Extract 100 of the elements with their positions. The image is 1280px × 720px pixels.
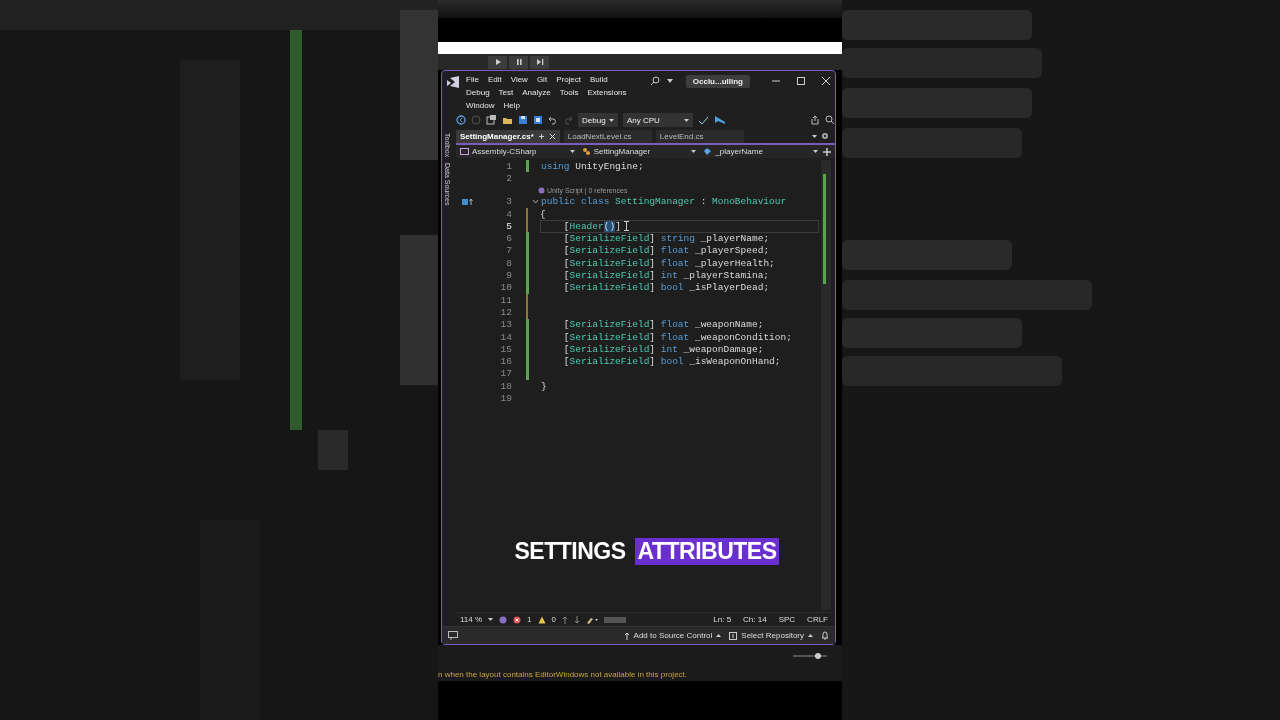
warning-count[interactable]: 0 (551, 615, 556, 624)
navigation-dropdown[interactable]: _playerName (701, 145, 820, 158)
line-number: 16 (499, 356, 513, 368)
line-number: 18 (499, 380, 513, 392)
navigation-dropdown[interactable]: Assembly-CSharp (458, 145, 577, 158)
class-icon (581, 147, 591, 156)
caption-word: ATTRIBUTES (634, 538, 780, 565)
code-line: [SerializeField] string _playerName; (562, 233, 770, 245)
document-tab[interactable]: LevelEnd.cs (655, 129, 744, 143)
spacing-indicator[interactable]: SPC (775, 615, 799, 624)
line-number: 2 (505, 172, 513, 184)
menu-item[interactable]: Window (466, 101, 495, 110)
caret-icon[interactable] (666, 79, 673, 83)
line-number: 7 (505, 245, 513, 257)
project-icon (460, 147, 469, 156)
menu-item[interactable]: Help (503, 101, 520, 110)
caret-icon[interactable] (812, 134, 817, 138)
save-icon[interactable] (518, 115, 528, 125)
menu-item[interactable]: Analyze (522, 88, 551, 97)
collapse-icon[interactable] (531, 199, 539, 205)
configuration-dropdown[interactable]: Debug (578, 113, 618, 127)
close-icon[interactable] (821, 76, 831, 86)
menu-item[interactable]: Debug (466, 88, 490, 97)
menu-item[interactable]: View (510, 75, 528, 84)
scrollbar[interactable] (821, 160, 831, 610)
code-line: { (540, 208, 546, 220)
navigation-dropdown[interactable]: SettingManager (579, 145, 699, 158)
platform-dropdown[interactable]: Any CPU (623, 113, 693, 127)
menu-item[interactable]: Extensions (587, 88, 627, 97)
source-control-button[interactable]: Add to Source Control (623, 631, 722, 640)
document-tab[interactable]: LoadNextLevel.cs (563, 129, 652, 143)
new-item-icon[interactable] (486, 115, 497, 125)
code-line: [SerializeField] float _playerSpeed; (562, 245, 770, 257)
menu-item[interactable]: Tools (559, 88, 579, 97)
spell-check-icon[interactable] (698, 115, 709, 125)
code-line: [SerializeField] float _weaponCondition; (562, 331, 792, 343)
code-line: [SerializeField] bool _isWeaponOnHand; (562, 356, 781, 368)
menu-item[interactable]: Test (498, 88, 514, 97)
field-icon (703, 147, 713, 156)
settings-icon[interactable] (821, 132, 829, 140)
code-line: [SerializeField] float _weaponName; (562, 319, 764, 331)
close-icon[interactable] (548, 132, 556, 140)
column-indicator[interactable]: Ch: 14 (740, 615, 770, 624)
logo-icon (446, 76, 460, 88)
window-title: Occlu...ulling (685, 74, 750, 88)
down-arrow-icon[interactable] (574, 615, 580, 624)
up-arrow-icon[interactable] (562, 615, 568, 624)
menu-item[interactable]: Edit (487, 75, 502, 84)
code-line: [SerializeField] int _weaponDamage; (562, 343, 764, 355)
up-arrow-icon (623, 631, 630, 640)
bell-icon[interactable] (821, 631, 829, 640)
line-number: 1 (505, 160, 513, 172)
error-icon[interactable] (513, 615, 522, 624)
pin-icon[interactable] (537, 132, 545, 140)
warning-message: n when the layout contains EditorWindows not available in this project. (438, 669, 688, 679)
line-number: 15 (499, 343, 513, 355)
caret-icon (609, 118, 614, 122)
horizontal-scrollbar[interactable] (604, 616, 626, 623)
menu-item[interactable]: Project (556, 75, 582, 84)
error-count[interactable]: 1 (527, 615, 532, 624)
repository-button[interactable]: Select Repository (729, 631, 813, 640)
folder-icon[interactable] (502, 115, 513, 125)
line-number: 6 (505, 233, 513, 245)
line-number: 14 (499, 331, 513, 343)
caret-icon (808, 634, 813, 637)
menu-item[interactable]: Build (590, 75, 608, 84)
caret-icon (813, 150, 818, 153)
class-marker-icon (462, 197, 474, 206)
pause-button[interactable] (509, 55, 528, 69)
search-icon[interactable] (649, 76, 660, 86)
line-indicator[interactable]: Ln: 5 (710, 615, 735, 624)
play-button[interactable] (488, 55, 507, 69)
code-line: [SerializeField] int _playerStamina; (562, 270, 770, 281)
caret-icon (684, 118, 689, 122)
brush-icon[interactable] (586, 615, 598, 624)
caret-icon (488, 618, 494, 621)
line-number: 12 (499, 306, 513, 318)
code-line: [SerializeField] float _playerHealth; (562, 257, 775, 269)
line-ending-indicator[interactable]: CRLF (804, 615, 831, 624)
zoom-dropdown[interactable]: 114 % (460, 615, 494, 624)
undo-icon[interactable] (548, 115, 558, 125)
share-icon[interactable] (810, 115, 820, 125)
line-number: 9 (505, 270, 513, 281)
line-number: 19 (499, 393, 513, 404)
line-number: 17 (499, 368, 513, 380)
step-button[interactable] (530, 55, 549, 69)
line-number: 5 (505, 220, 513, 232)
cursor-icon[interactable] (714, 115, 726, 125)
line-number: 13 (499, 319, 513, 331)
warning-icon[interactable] (537, 615, 546, 624)
split-icon[interactable] (823, 147, 831, 156)
back-icon[interactable] (456, 115, 466, 125)
output-icon[interactable] (448, 631, 458, 640)
maximize-icon[interactable] (796, 76, 806, 86)
code-line: } (541, 380, 547, 392)
line-number: 4 (505, 208, 513, 220)
document-tab[interactable]: SettingManager.cs* (456, 129, 560, 143)
menu-item[interactable]: File (466, 75, 479, 84)
save-all-icon[interactable] (533, 115, 543, 125)
menu-item[interactable]: Git (536, 75, 548, 84)
